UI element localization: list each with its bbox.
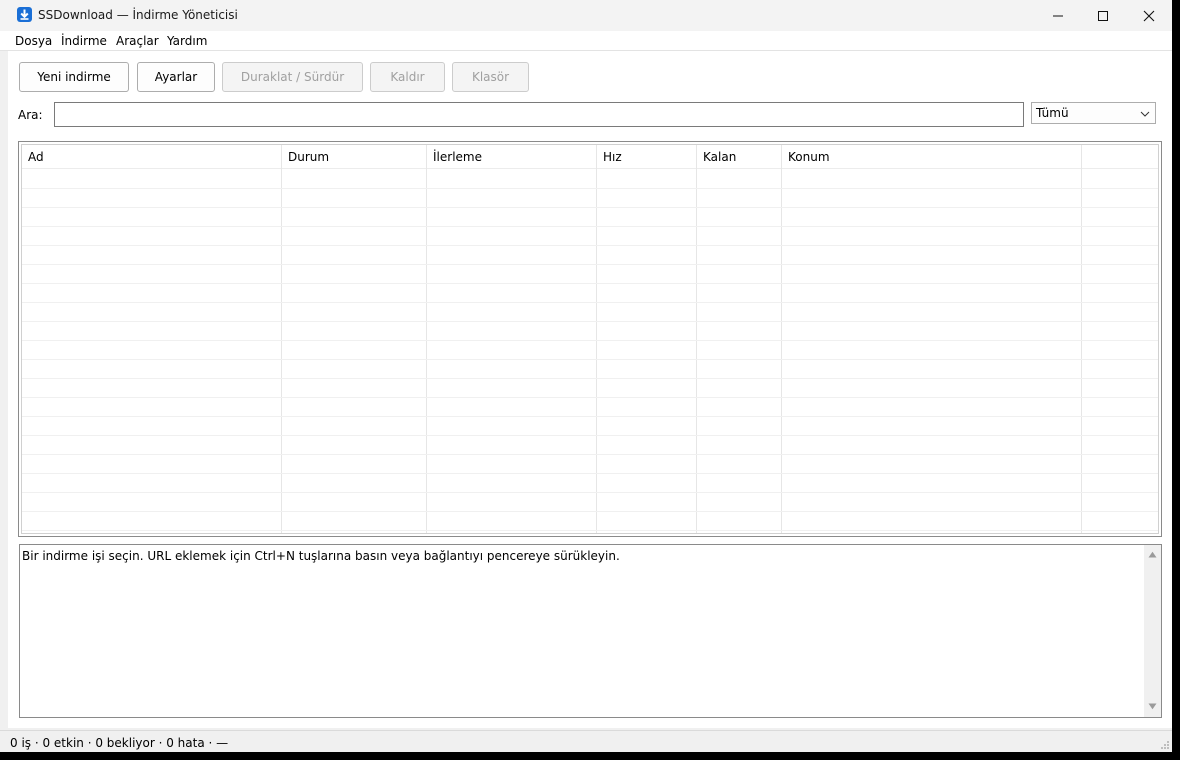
menu-bar: Dosya İndirme Araçlar Yardım [0, 31, 1172, 51]
row-divider [22, 435, 1158, 436]
details-message: Bir indirme işi seçin. URL eklemek için … [22, 549, 620, 563]
menu-help[interactable]: Yardım [167, 34, 207, 48]
status-filter-select[interactable]: Tümü [1031, 102, 1156, 124]
close-button[interactable] [1126, 0, 1172, 31]
column-header-name[interactable]: Ad [28, 150, 44, 164]
status-text: 0 iş · 0 etkin · 0 bekliyor · 0 hata · — [10, 736, 229, 750]
row-divider [22, 245, 1158, 246]
row-divider [22, 302, 1158, 303]
details-textbox[interactable]: Bir indirme işi seçin. URL eklemek için … [19, 544, 1162, 718]
scroll-up-icon[interactable] [1148, 551, 1157, 558]
column-header-speed[interactable]: Hız [603, 150, 622, 164]
row-divider [22, 340, 1158, 341]
scroll-down-icon[interactable] [1148, 703, 1157, 710]
row-divider [22, 473, 1158, 474]
row-divider [22, 397, 1158, 398]
row-divider [22, 283, 1158, 284]
column-header-status[interactable]: Durum [288, 150, 329, 164]
title-bar[interactable]: SSDownload — İndirme Yöneticisi [0, 0, 1172, 31]
resize-grip-icon[interactable] [1160, 740, 1170, 750]
column-header-progress[interactable]: İlerleme [433, 150, 482, 164]
download-arrow-icon [17, 7, 32, 22]
row-divider [22, 207, 1158, 208]
menu-tools[interactable]: Araçlar [116, 34, 159, 48]
row-divider [22, 416, 1158, 417]
app-window: SSDownload — İndirme Yöneticisi Dosya İn… [0, 0, 1172, 752]
pause-resume-button[interactable]: Duraklat / Sürdür [222, 62, 363, 92]
row-divider [22, 492, 1158, 493]
downloads-table-body: Ad Durum İlerleme Hız Kalan Konum [21, 144, 1159, 534]
search-label: Ara: [18, 108, 43, 122]
search-input[interactable] [54, 102, 1024, 127]
row-divider [22, 226, 1158, 227]
remove-button[interactable]: Kaldır [370, 62, 445, 92]
row-divider [22, 359, 1158, 360]
status-bar: 0 iş · 0 etkin · 0 bekliyor · 0 hata · — [0, 730, 1172, 752]
column-header-location[interactable]: Konum [788, 150, 830, 164]
settings-button[interactable]: Ayarlar [137, 62, 215, 92]
folder-button[interactable]: Klasör [452, 62, 529, 92]
menu-file[interactable]: Dosya [15, 34, 52, 48]
maximize-button[interactable] [1080, 0, 1126, 31]
window-title: SSDownload — İndirme Yöneticisi [38, 8, 238, 22]
chevron-down-icon [1140, 111, 1150, 117]
row-divider [22, 530, 1158, 531]
row-divider [22, 321, 1158, 322]
minimize-icon [1053, 15, 1063, 17]
close-icon [1143, 10, 1155, 22]
row-divider [22, 511, 1158, 512]
row-divider [22, 378, 1158, 379]
menu-download[interactable]: İndirme [61, 34, 107, 48]
downloads-table[interactable]: Ad Durum İlerleme Hız Kalan Konum [18, 141, 1162, 537]
row-divider [22, 264, 1158, 265]
maximize-icon [1098, 11, 1108, 21]
column-header-remaining[interactable]: Kalan [703, 150, 736, 164]
row-divider [22, 454, 1158, 455]
status-filter-value: Tümü [1036, 106, 1069, 120]
minimize-button[interactable] [1035, 0, 1081, 31]
details-scrollbar[interactable] [1144, 545, 1161, 717]
row-divider [22, 188, 1158, 189]
new-download-button[interactable]: Yeni indirme [19, 62, 129, 92]
table-header: Ad Durum İlerleme Hız Kalan Konum [22, 145, 1158, 169]
